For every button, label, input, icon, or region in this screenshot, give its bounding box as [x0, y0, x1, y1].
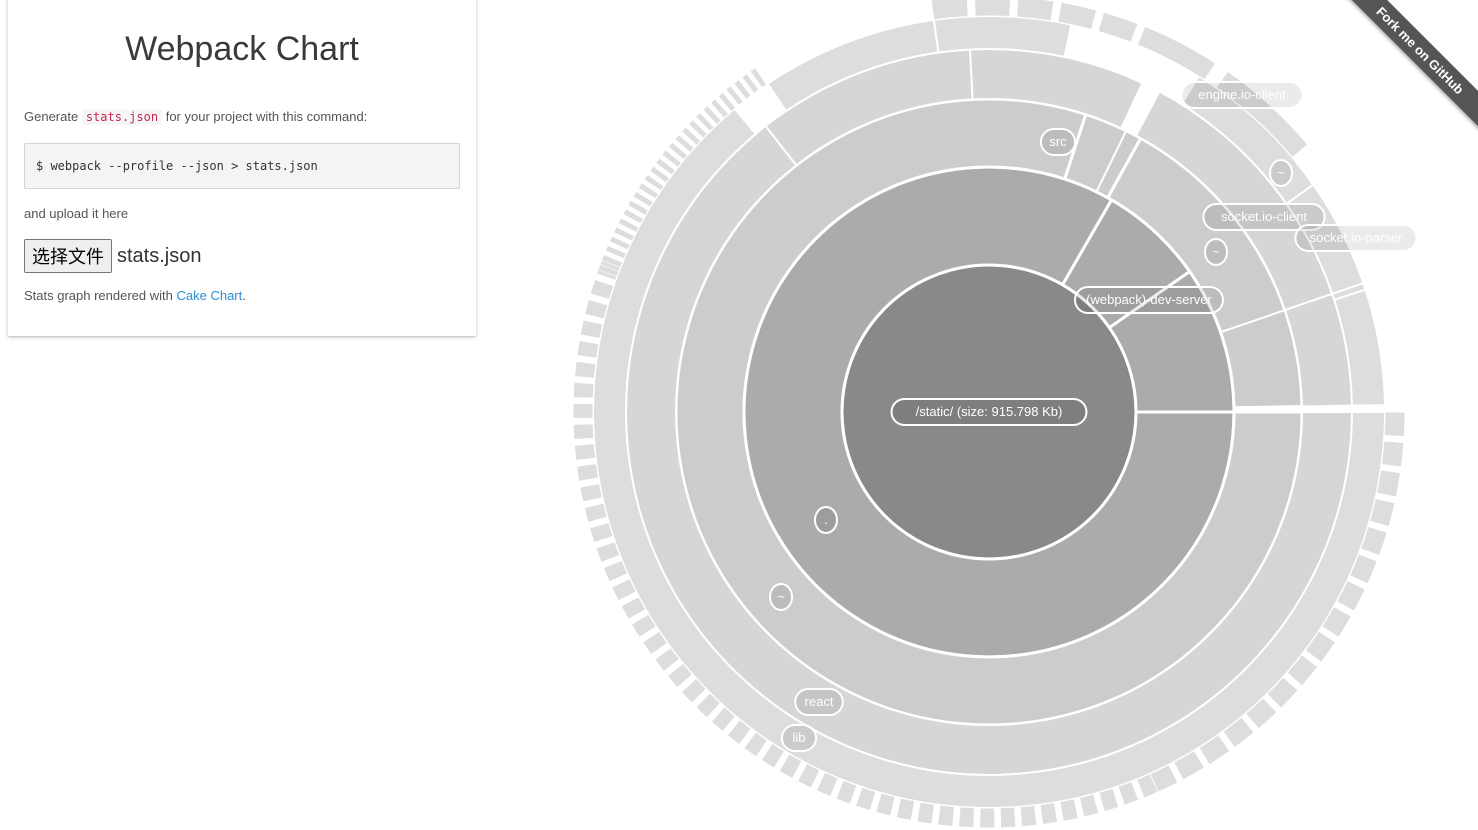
- outer-tick-segment: [572, 402, 594, 420]
- outer-tick-segment: [999, 806, 1017, 829]
- outer-tick-segment: [595, 540, 621, 564]
- outer-tick-segment: [1376, 469, 1402, 498]
- label-src-text: src: [1049, 134, 1067, 149]
- outer-tick-segment: [1383, 411, 1406, 438]
- outer-tick-segment: [572, 423, 595, 441]
- outer-tick-segment: [575, 463, 600, 482]
- outer-tick-segment: [589, 278, 615, 301]
- outer-tick-segment: [854, 786, 877, 812]
- label-react: react: [794, 688, 844, 716]
- outer-tick-segment: [895, 797, 916, 822]
- outer-tick-segment: [576, 339, 600, 359]
- outer-tick-segment: [835, 779, 858, 805]
- outer-tick-segment: [1016, 0, 1055, 22]
- outer-tick-segment: [974, 0, 1012, 18]
- outer-tick-segment: [875, 792, 896, 817]
- label-tilde: ~: [1204, 238, 1228, 266]
- outer-tick-segment: [937, 804, 956, 827]
- label-engine-io-client-text: engine.io-client: [1198, 87, 1286, 102]
- outer-tick-segment: [579, 319, 604, 340]
- sunburst-chart[interactable]: /static/ (size: 915.798 Kb) (webpack)-dev…: [0, 0, 1478, 830]
- outer-tick-segment: [1097, 11, 1139, 43]
- outer-tick-segment: [579, 482, 603, 503]
- outer-tick-segment: [930, 0, 969, 21]
- outer-tick-segment: [957, 806, 976, 829]
- label-tilde: ~: [1269, 159, 1293, 187]
- label-engine-io-client: engine.io-client: [1180, 81, 1304, 109]
- center-label-text: /static/ (size: 915.798 Kb): [916, 404, 1063, 419]
- label-lib: lib: [780, 724, 818, 752]
- outer-tick-segment: [1098, 787, 1120, 813]
- outer-tick-segment: [572, 381, 595, 399]
- outer-tick-segment: [583, 502, 608, 524]
- label-webpack-dev-server: (webpack)-dev-server: [1074, 286, 1224, 314]
- github-ribbon-wrap: Fork me on GitHub: [1328, 0, 1478, 150]
- label-tilde-text: ~: [1277, 165, 1285, 180]
- center-label: /static/ (size: 915.798 Kb): [890, 398, 1088, 426]
- label-socket-io-client-text: socket.io-client: [1221, 209, 1307, 224]
- fork-github-ribbon[interactable]: Fork me on GitHub: [1340, 0, 1478, 131]
- label-tilde-text: ~: [1212, 244, 1220, 259]
- outer-tick-segment: [584, 298, 609, 320]
- outer-tick-segment: [1117, 780, 1140, 806]
- label-socket-io-parser-text: socket.io-parser: [1310, 230, 1403, 245]
- outer-tick-segment: [916, 801, 936, 825]
- label-src: src: [1039, 128, 1077, 156]
- label-react-text: react: [805, 694, 834, 709]
- outer-tick-segment: [588, 521, 614, 544]
- label-dot: .: [814, 506, 838, 534]
- label-dot-text: .: [824, 512, 828, 527]
- outer-tick-segment: [979, 807, 996, 829]
- label-socket-io-parser: socket.io-parser: [1294, 224, 1418, 252]
- outer-tick-segment: [573, 360, 597, 379]
- label-tilde: ~: [769, 583, 793, 611]
- outer-tick-segment: [1019, 804, 1038, 828]
- outer-tick-segment: [1039, 801, 1059, 826]
- outer-tick-segment: [1078, 793, 1100, 818]
- label-webpack-dev-server-text: (webpack)-dev-server: [1086, 292, 1212, 307]
- outer-tick-segment: [1136, 25, 1217, 81]
- outer-tick-segment: [1380, 440, 1405, 468]
- label-tilde-text: ~: [777, 589, 785, 604]
- label-lib-text: lib: [792, 730, 805, 745]
- outer-tick-segment: [573, 443, 597, 462]
- outer-tick-segment: [1059, 798, 1079, 822]
